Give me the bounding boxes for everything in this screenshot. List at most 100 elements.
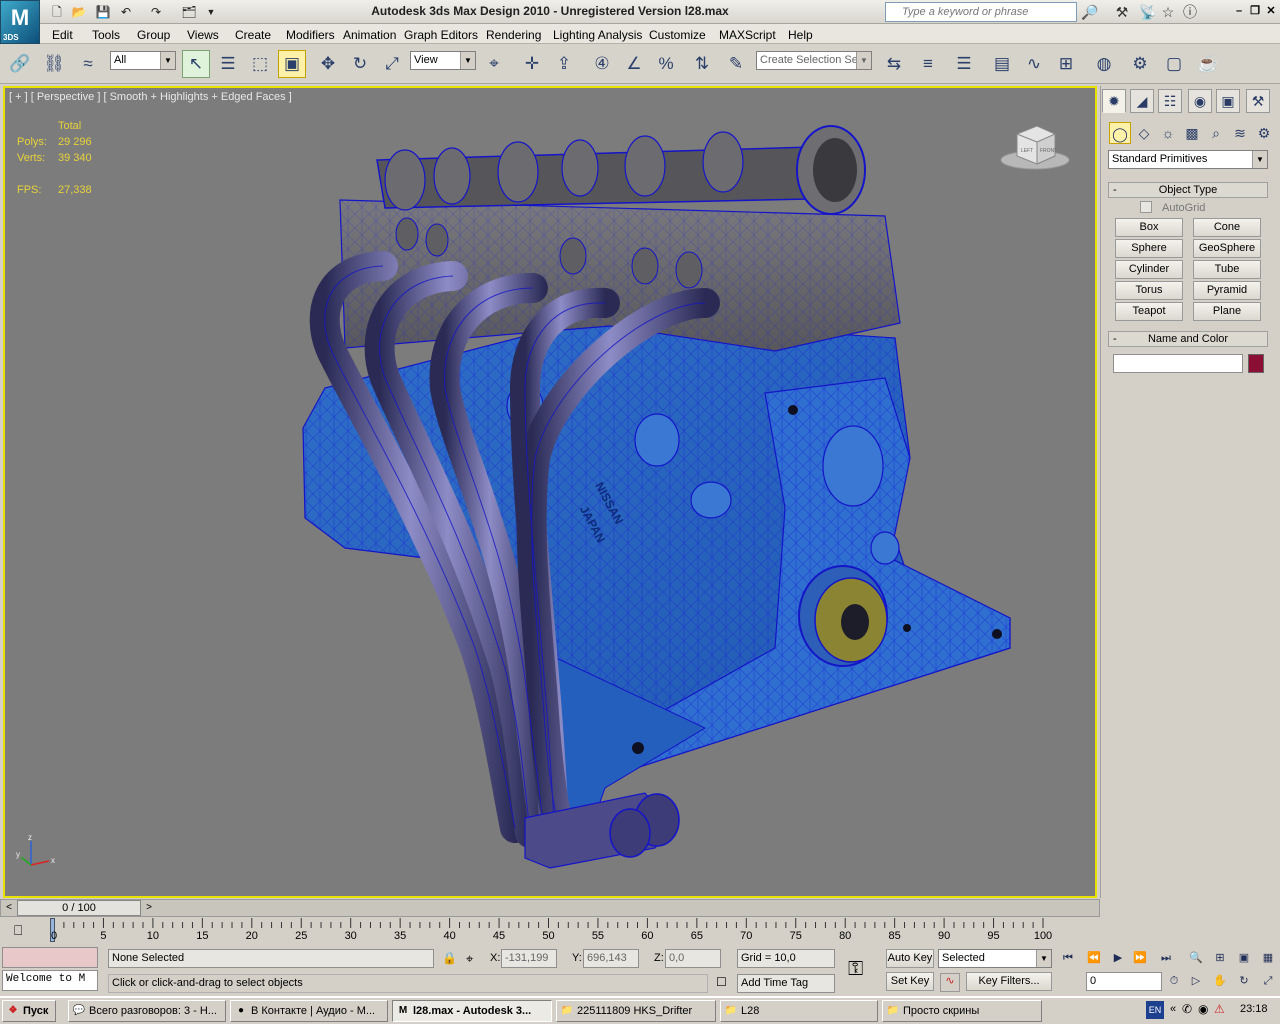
cameras-icon[interactable]: ▩ — [1181, 122, 1203, 144]
curve-editor-icon[interactable]: ∿ — [1020, 50, 1048, 78]
time-configuration-icon[interactable]: ⏱ — [1164, 972, 1184, 990]
named-selection-sets-dropdown[interactable]: Create Selection Se ▼ — [756, 51, 872, 70]
helpers-icon[interactable]: ⌕ — [1205, 122, 1227, 144]
previous-key-icon[interactable]: ⏪ — [1084, 949, 1104, 967]
menu-create[interactable]: Create — [235, 28, 271, 42]
taskbar-item-folder-drifter[interactable]: 📁 225111809 HKS_Drifter — [556, 1000, 716, 1022]
select-manipulate-icon[interactable]: ✛ — [518, 50, 546, 78]
pivot-center-icon[interactable]: ⌖ — [480, 50, 508, 78]
window-crossing-icon[interactable]: ▣ — [278, 50, 306, 78]
pyramid-button[interactable]: Pyramid — [1193, 281, 1261, 300]
menu-customize[interactable]: Customize — [649, 28, 706, 42]
bind-space-warp-icon[interactable]: ≈ — [74, 50, 102, 78]
align-icon[interactable]: ≡ — [914, 50, 942, 78]
graphite-modeling-tools-icon[interactable]: ▤ — [988, 50, 1016, 78]
shapes-icon[interactable]: ◇ — [1133, 122, 1155, 144]
percent-snap-icon[interactable]: % — [652, 50, 680, 78]
tray-expand-icon[interactable]: « — [1170, 1003, 1176, 1015]
zoom-all-icon[interactable]: ⊞ — [1210, 949, 1230, 967]
select-by-name-icon[interactable]: ☰ — [214, 50, 242, 78]
select-and-rotate-icon[interactable]: ↻ — [346, 50, 374, 78]
render-production-icon[interactable]: ☕ — [1194, 50, 1222, 78]
perspective-viewport[interactable]: [ + ] [ Perspective ] [ Smooth + Highlig… — [3, 86, 1097, 898]
lights-icon[interactable]: ☼ — [1157, 122, 1179, 144]
taskbar-item-folder-l28[interactable]: 📁 L28 — [720, 1000, 878, 1022]
keyboard-shortcut-override-icon[interactable]: ⇪ — [550, 50, 578, 78]
taskbar-item-chat[interactable]: 💬 Всего разговоров: 3 - Н... — [68, 1000, 226, 1022]
reference-coordinate-dropdown[interactable]: View ▼ — [410, 51, 476, 70]
maxscript-mini-listener-top[interactable] — [2, 947, 98, 968]
next-frame-icon[interactable]: > — [141, 900, 157, 916]
hierarchy-tab-icon[interactable]: ☷ — [1158, 89, 1182, 113]
transform-type-in-icon[interactable]: ⌖ — [466, 951, 473, 967]
key-icon[interactable]: ⚿ — [848, 958, 863, 981]
field-of-view-icon[interactable]: ▷ — [1186, 972, 1206, 990]
utilities-tab-icon[interactable]: ⚒ — [1246, 89, 1270, 113]
object-name-input[interactable] — [1113, 354, 1243, 373]
menu-edit[interactable]: Edit — [52, 28, 73, 42]
create-tab-icon[interactable]: ✹ — [1102, 89, 1126, 113]
taskbar-item-3dsmax[interactable]: Ml28.max - Autodesk 3... — [392, 1000, 552, 1022]
maximize-viewport-icon[interactable]: ⤢ — [1258, 972, 1278, 990]
geosphere-button[interactable]: GeoSphere — [1193, 239, 1261, 258]
select-object-icon[interactable]: ↖ — [182, 50, 210, 78]
zoom-extents-all-icon[interactable]: ▦ — [1258, 949, 1278, 967]
menu-views[interactable]: Views — [187, 28, 219, 42]
autogrid-checkbox[interactable] — [1140, 201, 1152, 213]
time-slider[interactable]: < 0 / 100 > — [0, 899, 1100, 917]
menu-lighting-analysis[interactable]: Lighting Analysis — [553, 28, 642, 42]
menu-graph-editors[interactable]: Graph Editors — [404, 28, 478, 42]
next-key-icon[interactable]: ⏩ — [1130, 949, 1150, 967]
menu-group[interactable]: Group — [137, 28, 170, 42]
communication-center-icon[interactable]: 📡 — [1138, 3, 1158, 21]
go-to-start-icon[interactable]: ⏮ — [1058, 949, 1078, 967]
display-tab-icon[interactable]: ▣ — [1216, 89, 1240, 113]
menu-animation[interactable]: Animation — [343, 28, 396, 42]
menu-tools[interactable]: Tools — [92, 28, 120, 42]
restore-icon[interactable]: ❐ — [1248, 4, 1262, 18]
layer-manager-icon[interactable]: ☰ — [950, 50, 978, 78]
maxscript-mini-listener[interactable]: Welcome to M — [2, 970, 98, 991]
angle-snap-icon[interactable]: ∠ — [620, 50, 648, 78]
time-slider-thumb[interactable]: 0 / 100 — [17, 900, 141, 916]
plane-button[interactable]: Plane — [1193, 302, 1261, 321]
rectangular-selection-icon[interactable]: ⬚ — [246, 50, 274, 78]
current-frame-field[interactable]: 0 — [1086, 972, 1162, 991]
modify-tab-icon[interactable]: ◢ — [1130, 89, 1154, 113]
go-to-end-icon[interactable]: ⏭ — [1156, 949, 1176, 967]
name-and-color-rollout[interactable]: - Name and Color — [1108, 331, 1268, 347]
play-icon[interactable]: ▶ — [1108, 949, 1128, 967]
engine-model[interactable]: NISSAN JAPAN — [5, 88, 1097, 898]
select-and-move-icon[interactable]: ✥ — [314, 50, 342, 78]
torus-button[interactable]: Torus — [1115, 281, 1183, 300]
spinner-snap-icon[interactable]: ⇅ — [688, 50, 716, 78]
key-mode-dropdown[interactable]: Selected ▼ — [938, 949, 1052, 968]
unlink-icon[interactable]: ⛓ — [40, 50, 68, 78]
sphere-button[interactable]: Sphere — [1115, 239, 1183, 258]
subscription-center-icon[interactable]: ⚒ — [1112, 3, 1132, 21]
edit-named-selection-icon[interactable]: ✎ — [722, 50, 750, 78]
set-key-button[interactable]: Set Key — [886, 972, 934, 991]
box-button[interactable]: Box — [1115, 218, 1183, 237]
mirror-icon[interactable]: ⇆ — [880, 50, 908, 78]
systems-icon[interactable]: ⚙ — [1253, 122, 1275, 144]
tube-button[interactable]: Tube — [1193, 260, 1261, 279]
menu-rendering[interactable]: Rendering — [486, 28, 541, 42]
motion-tab-icon[interactable]: ◉ — [1188, 89, 1212, 113]
object-color-swatch[interactable] — [1248, 354, 1264, 373]
rendered-frame-window-icon[interactable]: ▢ — [1160, 50, 1188, 78]
start-button[interactable]: ❖ Пуск — [2, 1000, 56, 1022]
binoculars-icon[interactable]: 🔎 — [1080, 3, 1100, 21]
taskbar-item-folder-screens[interactable]: 📁 Просто скрины — [882, 1000, 1042, 1022]
set-keys-icon[interactable]: ∿ — [940, 973, 960, 992]
menu-maxscript[interactable]: MAXScript — [719, 28, 776, 42]
tray-antivirus-icon[interactable]: ⚠ — [1214, 1002, 1225, 1016]
schematic-view-icon[interactable]: ⊞ — [1052, 50, 1080, 78]
cylinder-button[interactable]: Cylinder — [1115, 260, 1183, 279]
pan-view-icon[interactable]: ✋ — [1210, 972, 1230, 990]
zoom-extents-icon[interactable]: ▣ — [1234, 949, 1254, 967]
material-editor-icon[interactable]: ◍ — [1090, 50, 1118, 78]
geometry-icon[interactable]: ◯ — [1109, 122, 1131, 144]
help-icon[interactable]: ⓘ — [1180, 3, 1200, 21]
orbit-icon[interactable]: ↻ — [1234, 972, 1254, 990]
